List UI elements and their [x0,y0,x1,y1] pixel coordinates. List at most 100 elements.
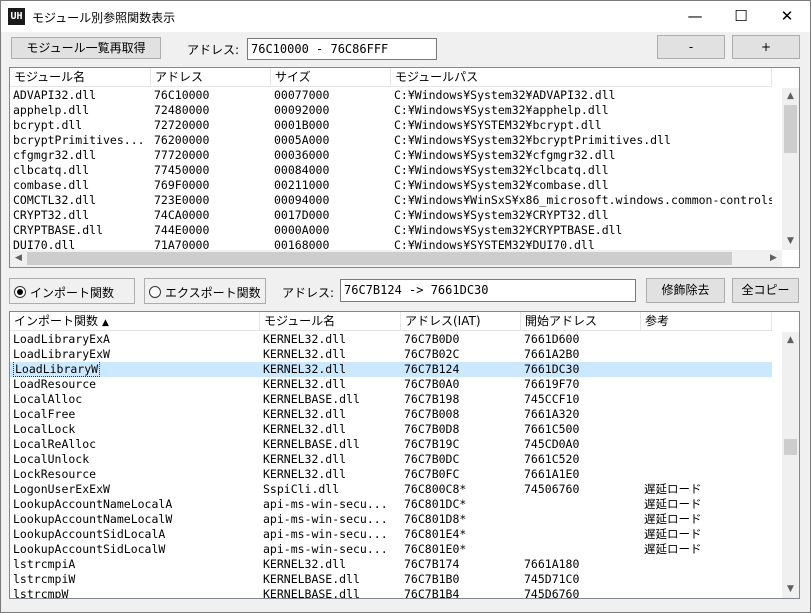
module-column-header[interactable]: モジュールパス [391,68,772,87]
function-row[interactable]: LoadLibraryW KERNEL32.dll 76C7B124 7661DC30 [10,362,772,377]
module-list-rows: ADVAPI32.dll 76C10000 00077000 C:¥Windows¥S… [10,88,772,253]
function-row[interactable]: LoadLibraryExW KERNEL32.dll 76C7B02C 7661A2… [10,347,772,362]
function-address-field[interactable]: 76C7B124 -> 7661DC30 [340,279,636,302]
module-cell-text: 00084000 [274,163,330,177]
module-row[interactable]: ADVAPI32.dll 76C10000 00077000 C:¥Windows¥S… [10,88,772,103]
module-cell: 0005A000 [271,133,391,148]
module-column-header[interactable]: サイズ [271,68,391,87]
function-row[interactable]: lstrcmpiA KERNEL32.dll 76C7B174 7661A180 [10,557,772,572]
module-cell: cfgmgr32.dll [10,148,151,163]
module-row[interactable]: apphelp.dll 72480000 00092000 C:¥Windows¥Sy… [10,103,772,118]
module-row[interactable]: bcrypt.dll 72720000 0001B000 C:¥Windows¥SYS… [10,118,772,133]
function-row[interactable]: LocalAlloc KERNELBASE.dll 76C7B198 745CCF10 [10,392,772,407]
module-cell-text: CRYPT32.dll [13,208,90,222]
scroll-down-icon[interactable]: ▼ [782,233,799,250]
function-row[interactable]: LockResource KERNEL32.dll 76C7B0FC 7661A1E0 [10,467,772,482]
function-row[interactable]: LookupAccountNameLocalA api-ms-win-secu..… [10,497,772,512]
module-address-field[interactable]: 76C10000 - 76C86FFF [247,38,437,60]
function-row[interactable]: LocalLock KERNEL32.dll 76C7B0D8 7661C500 [10,422,772,437]
module-row[interactable]: bcryptPrimitives... 76200000 0005A000 C:¥Wi… [10,133,772,148]
function-cell: 7661D600 [521,332,641,347]
reload-modules-button[interactable]: モジュール一覧再取得 [11,37,161,59]
function-cell [641,422,772,437]
function-row[interactable]: LocalReAlloc KERNELBASE.dll 76C7B19C 745CD0… [10,437,772,452]
function-row[interactable]: lstrcmpW KERNELBASE.dll 76C7B1B4 745D6760 [10,587,772,598]
function-row[interactable]: LookupAccountSidLocalA api-ms-win-secu...… [10,527,772,542]
scroll-right-icon[interactable]: ▶ [765,250,782,267]
function-column-header[interactable]: 開始アドレス [521,312,641,331]
scroll-thumb-horizontal[interactable] [27,252,732,265]
import-radio-label[interactable]: インポート関数 [30,284,114,301]
export-radio-group[interactable]: エクスポート関数 [144,278,266,304]
scroll-thumb[interactable] [784,105,797,153]
function-cell-text: LoadLibraryExA [13,332,110,346]
maximize-button[interactable]: ☐ [718,1,764,32]
function-row[interactable]: LookupAccountNameLocalW api-ms-win-secu..… [10,512,772,527]
module-column-header[interactable]: モジュール名 [10,68,151,87]
import-radio-group[interactable]: インポート関数 [9,278,135,304]
function-row[interactable]: LookupAccountSidLocalW api-ms-win-secu...… [10,542,772,557]
scroll-thumb[interactable] [784,439,797,455]
function-column-header[interactable]: 参考 [641,312,772,331]
title-bar[interactable]: UH モジュール別参照関数表示 — ☐ ✕ [1,1,810,32]
function-cell: 遅延ロード [641,527,772,542]
function-column-header[interactable]: インポート関数 ▲ [10,312,260,331]
module-cell: 74CA0000 [151,208,271,223]
module-row[interactable]: combase.dll 769F0000 00211000 C:¥Windows¥Sy… [10,178,772,193]
plus-button[interactable]: + [732,35,800,59]
app-icon: UH [8,8,25,25]
function-cell-text: KERNELBASE.dll [263,572,360,586]
function-column-header[interactable]: アドレス(IAT) [401,312,521,331]
module-list[interactable]: モジュール名 アドレス サイズ モジュールパス ADVAPI32.dll 76C1000… [9,67,800,268]
function-column-header[interactable]: モジュール名 [260,312,401,331]
scroll-left-icon[interactable]: ◀ [10,250,27,267]
function-cell-text: 遅延ロード [644,482,702,496]
module-cell-text: 0017D000 [274,208,330,222]
scroll-down-icon[interactable]: ▼ [782,581,799,598]
window-title: モジュール別参照関数表示 [32,11,176,25]
function-vscrollbar[interactable]: ▲ ▼ [782,332,799,598]
copy-all-button[interactable]: 全コピー [732,278,799,303]
export-radio-label[interactable]: エクスポート関数 [165,284,261,301]
module-vscrollbar[interactable]: ▲ ▼ [782,88,799,250]
function-row[interactable]: LoadLibraryExA KERNEL32.dll 76C7B0D0 7661D6… [10,332,772,347]
function-cell: SspiCli.dll [260,482,401,497]
function-row[interactable]: LocalUnlock KERNEL32.dll 76C7B0DC 7661C520 [10,452,772,467]
module-row[interactable]: cfgmgr32.dll 77720000 00036000 C:¥Windows¥S… [10,148,772,163]
function-cell: 遅延ロード [641,497,772,512]
minimize-button[interactable]: — [672,1,718,32]
function-row[interactable]: LocalFree KERNEL32.dll 76C7B008 7661A320 [10,407,772,422]
function-cell-text: 遅延ロード [644,527,702,541]
function-cell-text: LockResource [13,467,97,481]
module-column-header[interactable]: アドレス [151,68,271,87]
function-cell: KERNEL32.dll [260,407,401,422]
scroll-up-icon[interactable]: ▲ [782,332,799,349]
function-list[interactable]: インポート関数 ▲ モジュール名 アドレス(IAT) 開始アドレス 参考 LoadLibr… [9,311,800,599]
function-cell-text: lstrcmpiA [13,557,76,571]
scroll-up-icon[interactable]: ▲ [782,88,799,105]
module-row[interactable]: CRYPT32.dll 74CA0000 0017D000 C:¥Windows¥Sy… [10,208,772,223]
function-cell: LockResource [10,467,260,482]
function-cell [641,452,772,467]
function-cell: 76C7B0D0 [401,332,521,347]
module-row[interactable]: CRYPTBASE.dll 744E0000 0000A000 C:¥Windows¥… [10,223,772,238]
function-cell-text: api-ms-win-secu... [263,512,388,526]
function-cell: 76C7B19C [401,437,521,452]
module-row[interactable]: clbcatq.dll 77450000 00084000 C:¥Windows¥Sy… [10,163,772,178]
strip-decoration-button[interactable]: 修飾除去 [646,278,725,303]
module-cell-text: 77720000 [154,148,210,162]
function-cell [521,542,641,557]
function-cell-text: KERNEL32.dll [263,332,347,346]
module-hscrollbar[interactable]: ◀ ▶ [10,250,782,267]
function-row[interactable]: LoadResource KERNEL32.dll 76C7B0A0 76619F70 [10,377,772,392]
close-button[interactable]: ✕ [764,1,810,32]
module-row[interactable]: COMCTL32.dll 723E0000 00094000 C:¥Windows¥W… [10,193,772,208]
function-row[interactable]: lstrcmpiW KERNELBASE.dll 76C7B1B0 745D71C0 [10,572,772,587]
export-radio[interactable] [149,286,161,298]
minus-button[interactable]: - [657,35,725,59]
module-cell-text: CRYPTBASE.dll [13,223,104,237]
function-row[interactable]: LogonUserExExW SspiCli.dll 76C800C8* 745067… [10,482,772,497]
import-radio[interactable] [14,286,26,298]
function-cell-text: 76C7B008 [404,407,460,421]
function-cell-text: lstrcmpiW [13,572,76,586]
